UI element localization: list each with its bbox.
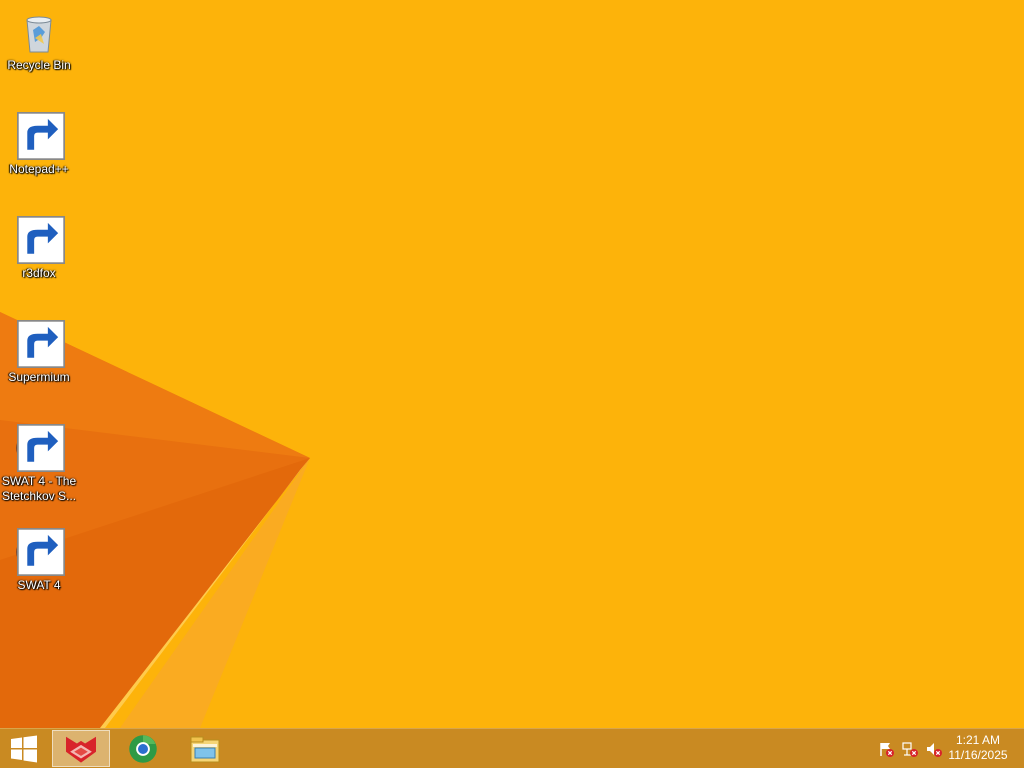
desktop-icon-swat4-stetchkov[interactable]: SWAT 4 - The Stetchkov S... xyxy=(0,424,78,504)
clock-date: 11/16/2025 xyxy=(948,748,1008,762)
taskbar-app-file-explorer[interactable] xyxy=(176,730,234,767)
desktop-icon-label: Notepad++ xyxy=(9,162,69,176)
desktop-icon-label: SWAT 4 - The Stetchkov S... xyxy=(1,474,77,503)
volume-muted-icon[interactable] xyxy=(926,741,942,757)
taskbar-app-r3dfox[interactable] xyxy=(52,730,110,767)
supermium-icon xyxy=(129,734,157,763)
shortcut-arrow-icon xyxy=(17,216,65,264)
swat4-icon xyxy=(15,528,65,576)
swat4-icon xyxy=(15,424,65,472)
notepad-plus-plus-icon xyxy=(15,112,65,160)
desktop-icon-label: Supermium xyxy=(8,370,70,384)
shortcut-arrow-icon xyxy=(17,112,65,160)
desktop-icon-notepad-plus-plus[interactable]: Notepad++ xyxy=(0,112,78,177)
shortcut-arrow-icon xyxy=(17,528,65,576)
desktop-icon-swat4[interactable]: SWAT 4 xyxy=(0,528,78,593)
supermium-icon xyxy=(15,320,65,368)
windows-logo-icon xyxy=(11,735,37,762)
action-center-flag-icon[interactable] xyxy=(878,741,894,757)
network-icon[interactable] xyxy=(902,741,918,757)
desktop-icon-label: SWAT 4 xyxy=(17,578,61,592)
r3dfox-icon xyxy=(15,216,65,264)
desktop-icon-label: Recycle Bin xyxy=(7,58,71,72)
r3dfox-icon xyxy=(66,736,96,763)
clock-time: 1:21 AM xyxy=(955,733,1001,747)
system-tray: 1:21 AM 11/16/2025 xyxy=(864,729,1024,768)
start-button[interactable] xyxy=(0,729,48,768)
desktop[interactable]: Recycle Bin Notepad++ r3dfox Supermium S… xyxy=(0,0,1024,728)
taskbar: 1:21 AM 11/16/2025 xyxy=(0,728,1024,768)
file-explorer-icon xyxy=(190,736,220,762)
recycle-bin-icon xyxy=(15,8,63,56)
desktop-icon-supermium[interactable]: Supermium xyxy=(0,320,78,385)
desktop-icon-r3dfox[interactable]: r3dfox xyxy=(0,216,78,281)
shortcut-arrow-icon xyxy=(17,320,65,368)
desktop-icon-label: r3dfox xyxy=(22,266,56,280)
taskbar-app-supermium[interactable] xyxy=(114,730,172,767)
taskbar-clock[interactable]: 1:21 AM 11/16/2025 xyxy=(944,733,1012,763)
wallpaper-shapes xyxy=(0,312,310,728)
desktop-icon-recycle-bin[interactable]: Recycle Bin xyxy=(0,8,78,73)
shortcut-arrow-icon xyxy=(17,424,65,472)
